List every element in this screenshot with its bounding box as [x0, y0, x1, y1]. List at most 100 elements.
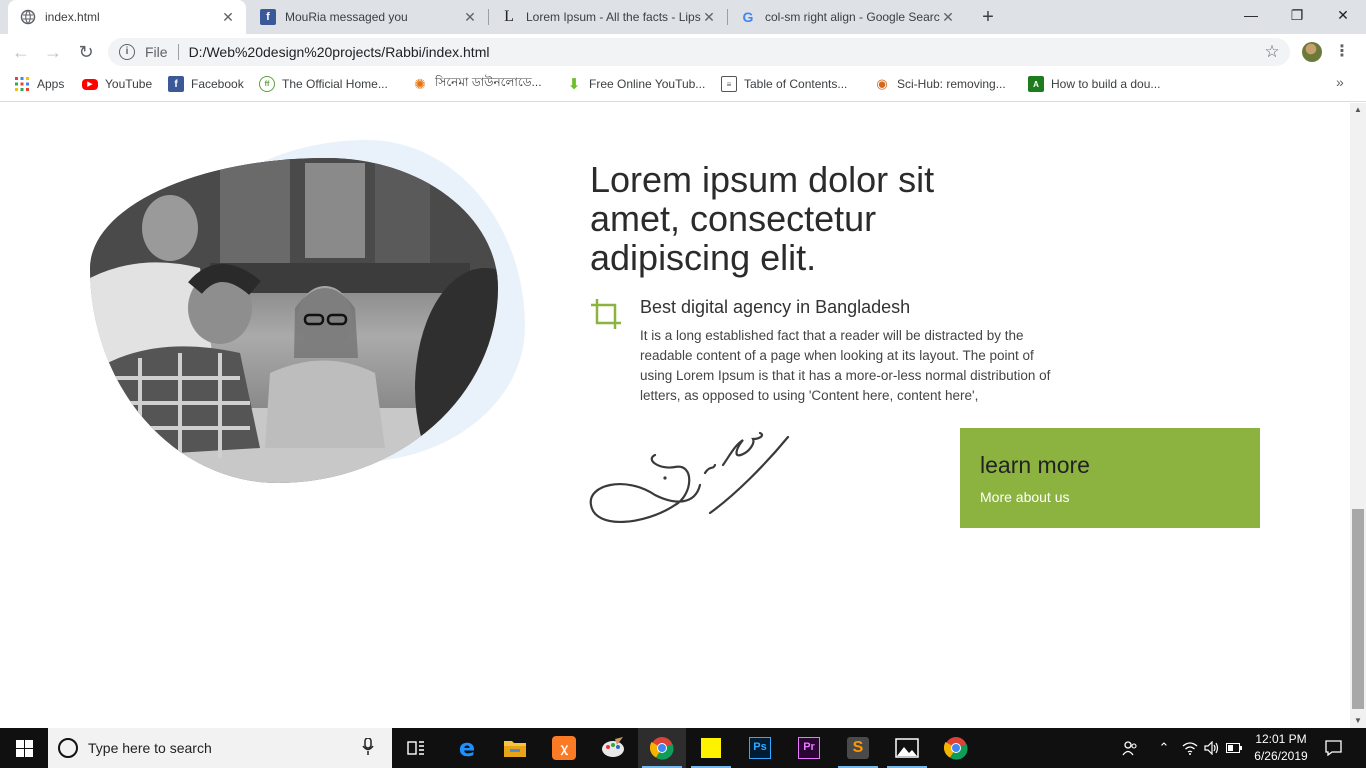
chrome-second-icon[interactable]	[932, 728, 980, 768]
google-icon: G	[742, 9, 754, 25]
lipsum-icon: L	[504, 8, 514, 25]
people-icon[interactable]	[1118, 728, 1142, 768]
address-separator	[177, 44, 179, 60]
section-heading: Lorem ipsum dolor sit amet, consectetur …	[590, 159, 935, 278]
facebook-icon: f	[168, 76, 184, 92]
bookmark-apps[interactable]: Apps	[14, 70, 64, 98]
download-arrow-icon: ⬇	[567, 76, 581, 93]
scrollbar-thumb[interactable]	[1352, 509, 1364, 709]
back-button[interactable]: ←	[9, 40, 33, 64]
menu-kebab-icon[interactable]: ⋮	[1334, 40, 1350, 64]
page-scrollbar[interactable]: ▲ ▼	[1350, 103, 1366, 728]
bookmark-label: Free Online YouTub...	[589, 77, 706, 91]
wifi-icon[interactable]	[1180, 728, 1200, 768]
paint-icon[interactable]	[589, 728, 637, 768]
sticky-notes-icon[interactable]	[687, 728, 735, 768]
bookmark-label: YouTube	[105, 77, 153, 91]
bookmark-how-to-build[interactable]: A How to build a dou...	[1028, 70, 1160, 98]
bookmark-official-home[interactable]: ff The Official Home...	[259, 70, 388, 98]
tab-lipsum[interactable]: L Lorem Ipsum - All the facts - Lipsum ✕	[489, 0, 727, 34]
system-clock[interactable]: 12:01 PM 6/26/2019	[1244, 731, 1318, 765]
premiere-icon[interactable]: Pr	[785, 728, 833, 768]
start-button[interactable]	[0, 728, 48, 768]
close-window-button[interactable]: ✕	[1320, 0, 1366, 30]
reload-button[interactable]: ↻	[74, 40, 98, 64]
bookmark-youtube[interactable]: ▶ YouTube	[82, 70, 152, 98]
edge-icon[interactable]: e	[443, 728, 491, 768]
bookmark-facebook[interactable]: f Facebook	[168, 70, 244, 98]
battery-icon[interactable]	[1224, 728, 1244, 768]
bookmark-label: সিনেমা ডাউনলোডে...	[435, 75, 542, 89]
minimize-button[interactable]: —	[1228, 0, 1274, 30]
search-placeholder: Type here to search	[88, 740, 212, 756]
tab-title: col-sm right align - Google Search	[765, 10, 940, 24]
official-home-icon: ff	[259, 76, 275, 92]
clock-date: 6/26/2019	[1254, 749, 1308, 763]
file-explorer-icon[interactable]	[491, 728, 539, 768]
green-app-icon: A	[1028, 76, 1044, 92]
apps-grid-icon	[14, 76, 30, 92]
url-text[interactable]: D:/Web%20design%20projects/Rabbi/index.h…	[189, 44, 1260, 60]
cinema-icon: ✺	[414, 75, 426, 92]
close-icon[interactable]: ✕	[940, 9, 956, 25]
browser-toolbar: ← → ↻ i File D:/Web%20design%20projects/…	[0, 34, 1366, 70]
learn-more-box[interactable]: learn more More about us	[960, 428, 1260, 528]
tab-title: Lorem Ipsum - All the facts - Lipsum	[526, 10, 701, 24]
bookmark-label: How to build a dou...	[1051, 77, 1161, 91]
volume-icon[interactable]	[1202, 728, 1222, 768]
learn-more-title: learn more	[980, 452, 1090, 478]
tray-chevron-up-icon[interactable]: ⌃	[1154, 728, 1174, 768]
bookmark-label: The Official Home...	[282, 77, 388, 91]
bookmarks-overflow-icon[interactable]: »	[1336, 74, 1344, 90]
facebook-icon: f	[260, 9, 276, 25]
scihub-icon: ◉	[876, 76, 888, 91]
youtube-icon: ▶	[82, 78, 98, 90]
crop-icon	[591, 299, 621, 329]
url-scheme: File	[145, 44, 168, 60]
tab-google-search[interactable]: G col-sm right align - Google Search ✕	[728, 0, 966, 34]
signature-image	[589, 431, 790, 524]
taskbar-search[interactable]: Type here to search	[48, 728, 392, 768]
tab-facebook[interactable]: f MouRia messaged you ✕	[248, 0, 488, 34]
task-view-icon[interactable]	[392, 728, 440, 768]
bookmark-label: Facebook	[191, 77, 244, 91]
team-photo	[90, 158, 498, 483]
close-icon[interactable]: ✕	[462, 9, 478, 25]
address-bar[interactable]: i File D:/Web%20design%20projects/Rabbi/…	[108, 38, 1290, 66]
bookmark-cinema[interactable]: ✺ সিনেমা ডাউনলোডে...	[412, 70, 542, 98]
bookmark-free-online-youtube[interactable]: ⬇ Free Online YouTub...	[566, 70, 706, 98]
close-icon[interactable]: ✕	[220, 9, 236, 25]
bookmark-label: Apps	[37, 77, 65, 91]
tab-title: index.html	[45, 10, 100, 24]
photoshop-icon[interactable]: Ps	[736, 728, 784, 768]
photos-icon[interactable]	[883, 728, 931, 768]
restore-button[interactable]: ❐	[1274, 0, 1320, 30]
bookmark-star-icon[interactable]: ☆	[1260, 42, 1284, 62]
close-icon[interactable]: ✕	[701, 9, 717, 25]
feature-subtitle: Best digital agency in Bangladesh	[640, 297, 911, 317]
page-viewport: Lorem ipsum dolor sit amet, consectetur …	[0, 103, 1350, 728]
windows-taskbar: Type here to search e ꭓ Ps Pr S ⌃ 12:01 …	[0, 728, 1366, 768]
bookmark-label: Sci-Hub: removing...	[897, 77, 1006, 91]
chrome-taskbar-icon[interactable]	[638, 728, 686, 768]
tab-index-html[interactable]: index.html ✕	[8, 0, 246, 34]
new-tab-button[interactable]: +	[976, 5, 1000, 29]
forward-button[interactable]: →	[41, 40, 65, 64]
tab-strip: index.html ✕ f MouRia messaged you ✕ L L…	[0, 0, 1366, 34]
bookmark-sci-hub[interactable]: ◉ Sci-Hub: removing...	[874, 70, 1006, 98]
scroll-down-icon[interactable]: ▼	[1350, 714, 1366, 728]
scroll-up-icon[interactable]: ▲	[1350, 103, 1366, 117]
bookmark-table-of-contents[interactable]: ≡ Table of Contents...	[721, 70, 847, 98]
windows-logo-icon	[15, 739, 33, 757]
profile-avatar[interactable]	[1302, 42, 1322, 62]
more-about-us-link[interactable]: More about us	[980, 489, 1240, 505]
clock-time: 12:01 PM	[1255, 732, 1307, 746]
feature-paragraph: It is a long established fact that a rea…	[640, 328, 1051, 403]
notifications-icon[interactable]	[1320, 728, 1346, 768]
microphone-icon[interactable]	[358, 737, 378, 758]
cortana-icon	[58, 738, 78, 758]
sublime-text-icon[interactable]: S	[834, 728, 882, 768]
info-icon[interactable]: i	[119, 44, 135, 60]
document-icon: ≡	[721, 76, 737, 92]
xampp-icon[interactable]: ꭓ	[540, 728, 588, 768]
